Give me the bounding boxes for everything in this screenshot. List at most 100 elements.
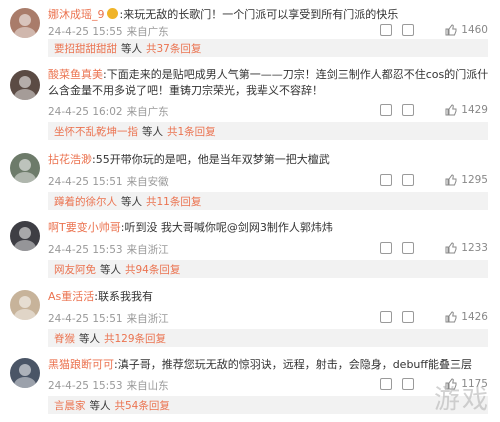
reply-summary[interactable]: 脊猴 等人 共129条回复 [48, 329, 488, 347]
avatar[interactable] [10, 70, 40, 100]
reply-summary[interactable]: 坐怀不乱乾坤一指 等人 共1条回复 [48, 122, 488, 140]
thumbs-up-icon [445, 104, 457, 116]
likes-value: 1295 [461, 174, 488, 186]
likes-value: 1429 [461, 104, 488, 116]
reply-user[interactable]: 网友阿免 [54, 262, 96, 277]
action-icons [380, 24, 414, 36]
comment-date: 24-4-25 15:51 [48, 313, 123, 325]
comment-icon[interactable] [402, 104, 414, 116]
comment-location: 来自广东 [126, 26, 169, 38]
reply-summary[interactable]: 言晨家 等人 共54条回复 [48, 396, 488, 414]
action-icons [380, 104, 414, 116]
action-icons [380, 174, 414, 186]
share-icon[interactable] [380, 104, 392, 116]
comment-icon[interactable] [402, 24, 414, 36]
reply-user[interactable]: 蹲着的徐尔人 [54, 194, 117, 209]
username[interactable]: As重活活 [48, 290, 94, 303]
comment-meta: 24-4-25 15:51 来自浙江 [48, 311, 173, 326]
action-icons [380, 311, 414, 323]
avatar[interactable] [10, 8, 40, 38]
username[interactable]: 拈花浩渺 [48, 153, 92, 166]
comment-date: 24-4-25 15:55 [48, 26, 123, 38]
reply-others: 等人 [121, 195, 142, 208]
comment-meta: 24-4-25 15:55 来自广东 [48, 24, 173, 39]
comment-line: 娜沐成瑶_9 :来玩无敌的长歌门！一个门派可以享受到所有门派的快乐 [48, 8, 493, 22]
reply-user[interactable]: 脊猴 [54, 331, 75, 346]
comment-location: 来自浙江 [126, 244, 169, 256]
comment-line: 啊T要变小帅哥:听到没 我大哥喊你呢@剑网3制作人郭炜炜 [48, 221, 493, 235]
comment-date: 24-4-25 15:53 [48, 380, 123, 392]
reply-count[interactable]: 共11条回复 [146, 194, 201, 209]
thumbs-up-icon [445, 174, 457, 186]
like-count[interactable]: 1460 [445, 24, 488, 36]
comment-icon[interactable] [402, 378, 414, 390]
thumbs-up-icon [445, 242, 457, 254]
comment-meta: 24-4-25 15:53 来自浙江 [48, 242, 173, 257]
like-count[interactable]: 1295 [445, 174, 488, 186]
comment-date: 24-4-25 15:53 [48, 244, 123, 256]
avatar[interactable] [10, 221, 40, 251]
comment-date: 24-4-25 15:51 [48, 176, 123, 188]
comment-location: 来自安徽 [126, 176, 169, 188]
avatar[interactable] [10, 153, 40, 183]
reply-user[interactable]: 要招甜甜甜甜 [54, 41, 117, 56]
comment-icon[interactable] [402, 174, 414, 186]
reply-others: 等人 [100, 263, 121, 276]
likes-value: 1460 [461, 24, 488, 36]
reply-count[interactable]: 共129条回复 [104, 331, 166, 346]
reply-others: 等人 [142, 125, 163, 138]
reply-count[interactable]: 共54条回复 [115, 398, 170, 413]
comment-icon[interactable] [402, 242, 414, 254]
comment-location: 来自山东 [126, 380, 169, 392]
comment-text: :滇子哥，推荐您玩无敌的惊羽诀，远程，射击，会隐身，debuff能叠三层 [114, 358, 472, 371]
action-icons [380, 242, 414, 254]
reply-count[interactable]: 共94条回复 [125, 262, 180, 277]
reply-summary[interactable]: 要招甜甜甜甜 等人 共37条回复 [48, 39, 488, 57]
username[interactable]: 娜沐成瑶_9 [48, 8, 105, 21]
like-count[interactable]: 1233 [445, 242, 488, 254]
reply-summary[interactable]: 网友阿免 等人 共94条回复 [48, 260, 488, 278]
comment-meta: 24-4-25 15:51 来自安徽 [48, 174, 173, 189]
share-icon[interactable] [380, 242, 392, 254]
comment-location: 来自广东 [126, 106, 169, 118]
reply-user[interactable]: 坐怀不乱乾坤一指 [54, 124, 138, 139]
reply-count[interactable]: 共37条回复 [146, 41, 201, 56]
username[interactable]: 酸菜鱼真美 [48, 68, 103, 81]
reply-others: 等人 [79, 332, 100, 345]
avatar[interactable] [10, 358, 40, 388]
comment-line: 黑猫踉断可可:滇子哥，推荐您玩无敌的惊羽诀，远程，射击，会隐身，debuff能叠… [48, 358, 493, 372]
comment-text: :联系我我有 [94, 290, 153, 303]
thumbs-up-icon [445, 311, 457, 323]
username[interactable]: 啊T要变小帅哥 [48, 221, 121, 234]
share-icon[interactable] [380, 378, 392, 390]
reply-summary[interactable]: 蹲着的徐尔人 等人 共11条回复 [48, 192, 488, 210]
reply-count[interactable]: 共1条回复 [167, 124, 216, 139]
likes-value: 1426 [461, 311, 488, 323]
reply-user[interactable]: 言晨家 [54, 398, 86, 413]
share-icon[interactable] [380, 24, 392, 36]
share-icon[interactable] [380, 174, 392, 186]
reply-others: 等人 [89, 399, 111, 412]
comment-line: 拈花浩渺:55开带你玩的是吧，他是当年双梦第一把大檀武 [48, 153, 493, 167]
like-count[interactable]: 1429 [445, 104, 488, 116]
comment-location: 来自浙江 [126, 313, 169, 325]
comment-text: :听到没 我大哥喊你呢@剑网3制作人郭炜炜 [120, 221, 333, 234]
comment-line: 酸菜鱼真美:下面走来的是贴吧成男人气第一——刀宗！连剑三制作人都忍不住cos的门… [48, 67, 493, 99]
action-icons [380, 378, 414, 390]
likes-value: 1233 [461, 242, 488, 254]
comment-line: As重活活:联系我我有 [48, 290, 493, 304]
share-icon[interactable] [380, 311, 392, 323]
avatar[interactable] [10, 290, 40, 320]
comment-meta: 24-4-25 15:53 来自山东 [48, 378, 173, 393]
comment-date: 24-4-25 16:02 [48, 106, 123, 118]
comment-text: :来玩无敌的长歌门！一个门派可以享受到所有门派的快乐 [119, 8, 399, 21]
comment-text: :下面走来的是贴吧成男人气第一——刀宗！连剑三制作人都忍不住cos的门派什么含金… [48, 68, 489, 97]
like-count[interactable]: 1426 [445, 311, 488, 323]
user-badge-icon [106, 8, 118, 19]
reply-others: 等人 [121, 42, 142, 55]
comment-icon[interactable] [402, 311, 414, 323]
username[interactable]: 黑猫踉断可可 [48, 358, 114, 371]
comment-text: :55开带你玩的是吧，他是当年双梦第一把大檀武 [92, 153, 330, 166]
thumbs-up-icon [445, 24, 457, 36]
site-watermark: 游戏 [433, 385, 490, 415]
